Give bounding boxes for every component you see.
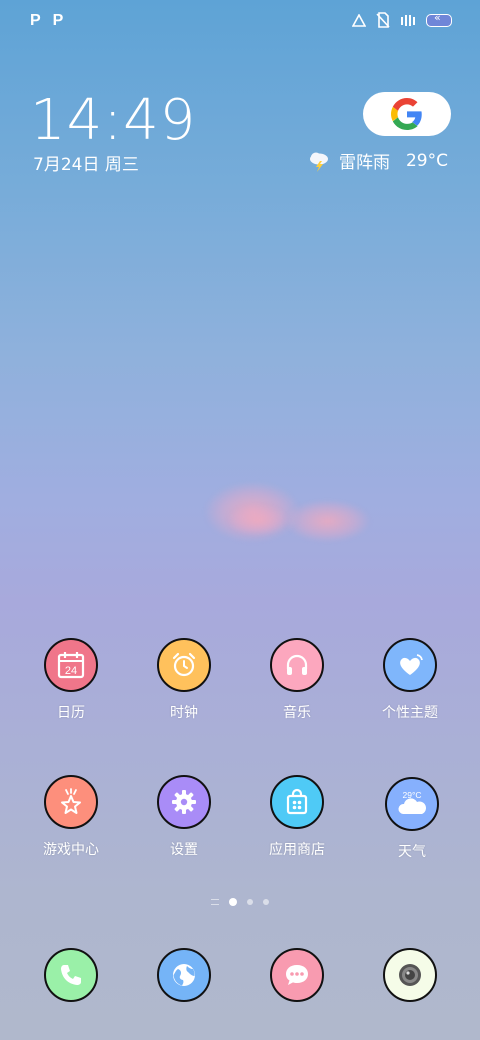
page-indicator-dot-active[interactable]	[229, 898, 237, 906]
weather-temperature: 29°C	[405, 150, 448, 171]
google-icon	[391, 98, 422, 130]
calendar-icon: 24	[44, 638, 98, 692]
page-indicator-dot[interactable]	[263, 899, 269, 905]
app-clock[interactable]: 时钟	[134, 638, 234, 722]
app-label: 游戏中心	[43, 842, 99, 858]
app-music[interactable]: 音乐	[247, 638, 347, 722]
cloud-decoration	[285, 500, 370, 542]
calendar-badge: 24	[65, 665, 77, 677]
app-label: 音乐	[283, 705, 311, 721]
dock-browser[interactable]	[134, 948, 234, 1002]
page-indicator[interactable]	[0, 898, 480, 906]
gear-icon	[157, 775, 211, 829]
app-label: 个性主题	[382, 705, 438, 721]
signal-triangle-icon	[352, 13, 366, 27]
no-sim-icon	[376, 12, 390, 28]
status-indicators	[352, 11, 452, 28]
p-notification-icon: P	[30, 12, 41, 29]
app-label: 天气	[398, 844, 426, 860]
message-bubble-icon	[270, 948, 324, 1002]
thunderstorm-icon	[309, 152, 328, 172]
dock-camera[interactable]	[360, 948, 460, 1002]
phone-icon	[44, 948, 98, 1002]
vibrate-icon	[401, 14, 415, 26]
app-game-center[interactable]: 游戏中心	[21, 775, 121, 859]
app-themes[interactable]: 个性主题	[360, 638, 460, 722]
dock-phone[interactable]	[21, 948, 121, 1002]
app-label: 日历	[57, 705, 85, 721]
status-notifications: P P	[30, 12, 63, 30]
camera-lens-icon	[383, 948, 437, 1002]
star-game-icon	[44, 775, 98, 829]
app-label: 时钟	[170, 705, 198, 721]
cloud-decoration	[228, 505, 288, 535]
dock-messages[interactable]	[247, 948, 347, 1002]
heart-theme-icon	[383, 638, 437, 692]
google-search-button[interactable]	[363, 92, 451, 136]
page-indicator-dot[interactable]	[247, 899, 253, 905]
app-calendar[interactable]: 24 日历	[21, 638, 121, 722]
weather-widget[interactable]: 雷阵雨 29°C	[307, 148, 448, 173]
weather-cloud-icon: 29°C	[385, 777, 439, 831]
p-notification-icon: P	[52, 12, 64, 29]
status-bar: P P	[0, 0, 480, 42]
app-label: 设置	[170, 842, 198, 858]
shopping-bag-icon	[270, 775, 324, 829]
weather-condition: 雷阵雨	[338, 153, 390, 173]
clock-time[interactable]: 14:49	[30, 88, 196, 153]
alarm-clock-icon	[157, 638, 211, 692]
clock-date[interactable]: 7月24日 周三	[33, 150, 139, 175]
app-settings[interactable]: 设置	[134, 775, 234, 859]
app-weather[interactable]: 29°C 天气	[362, 777, 462, 861]
app-label: 应用商店	[269, 842, 325, 858]
battery-icon	[426, 11, 452, 27]
app-store[interactable]: 应用商店	[247, 775, 347, 859]
headphones-icon	[270, 638, 324, 692]
globe-icon	[157, 948, 211, 1002]
page-indicator-list-icon[interactable]	[211, 899, 219, 905]
